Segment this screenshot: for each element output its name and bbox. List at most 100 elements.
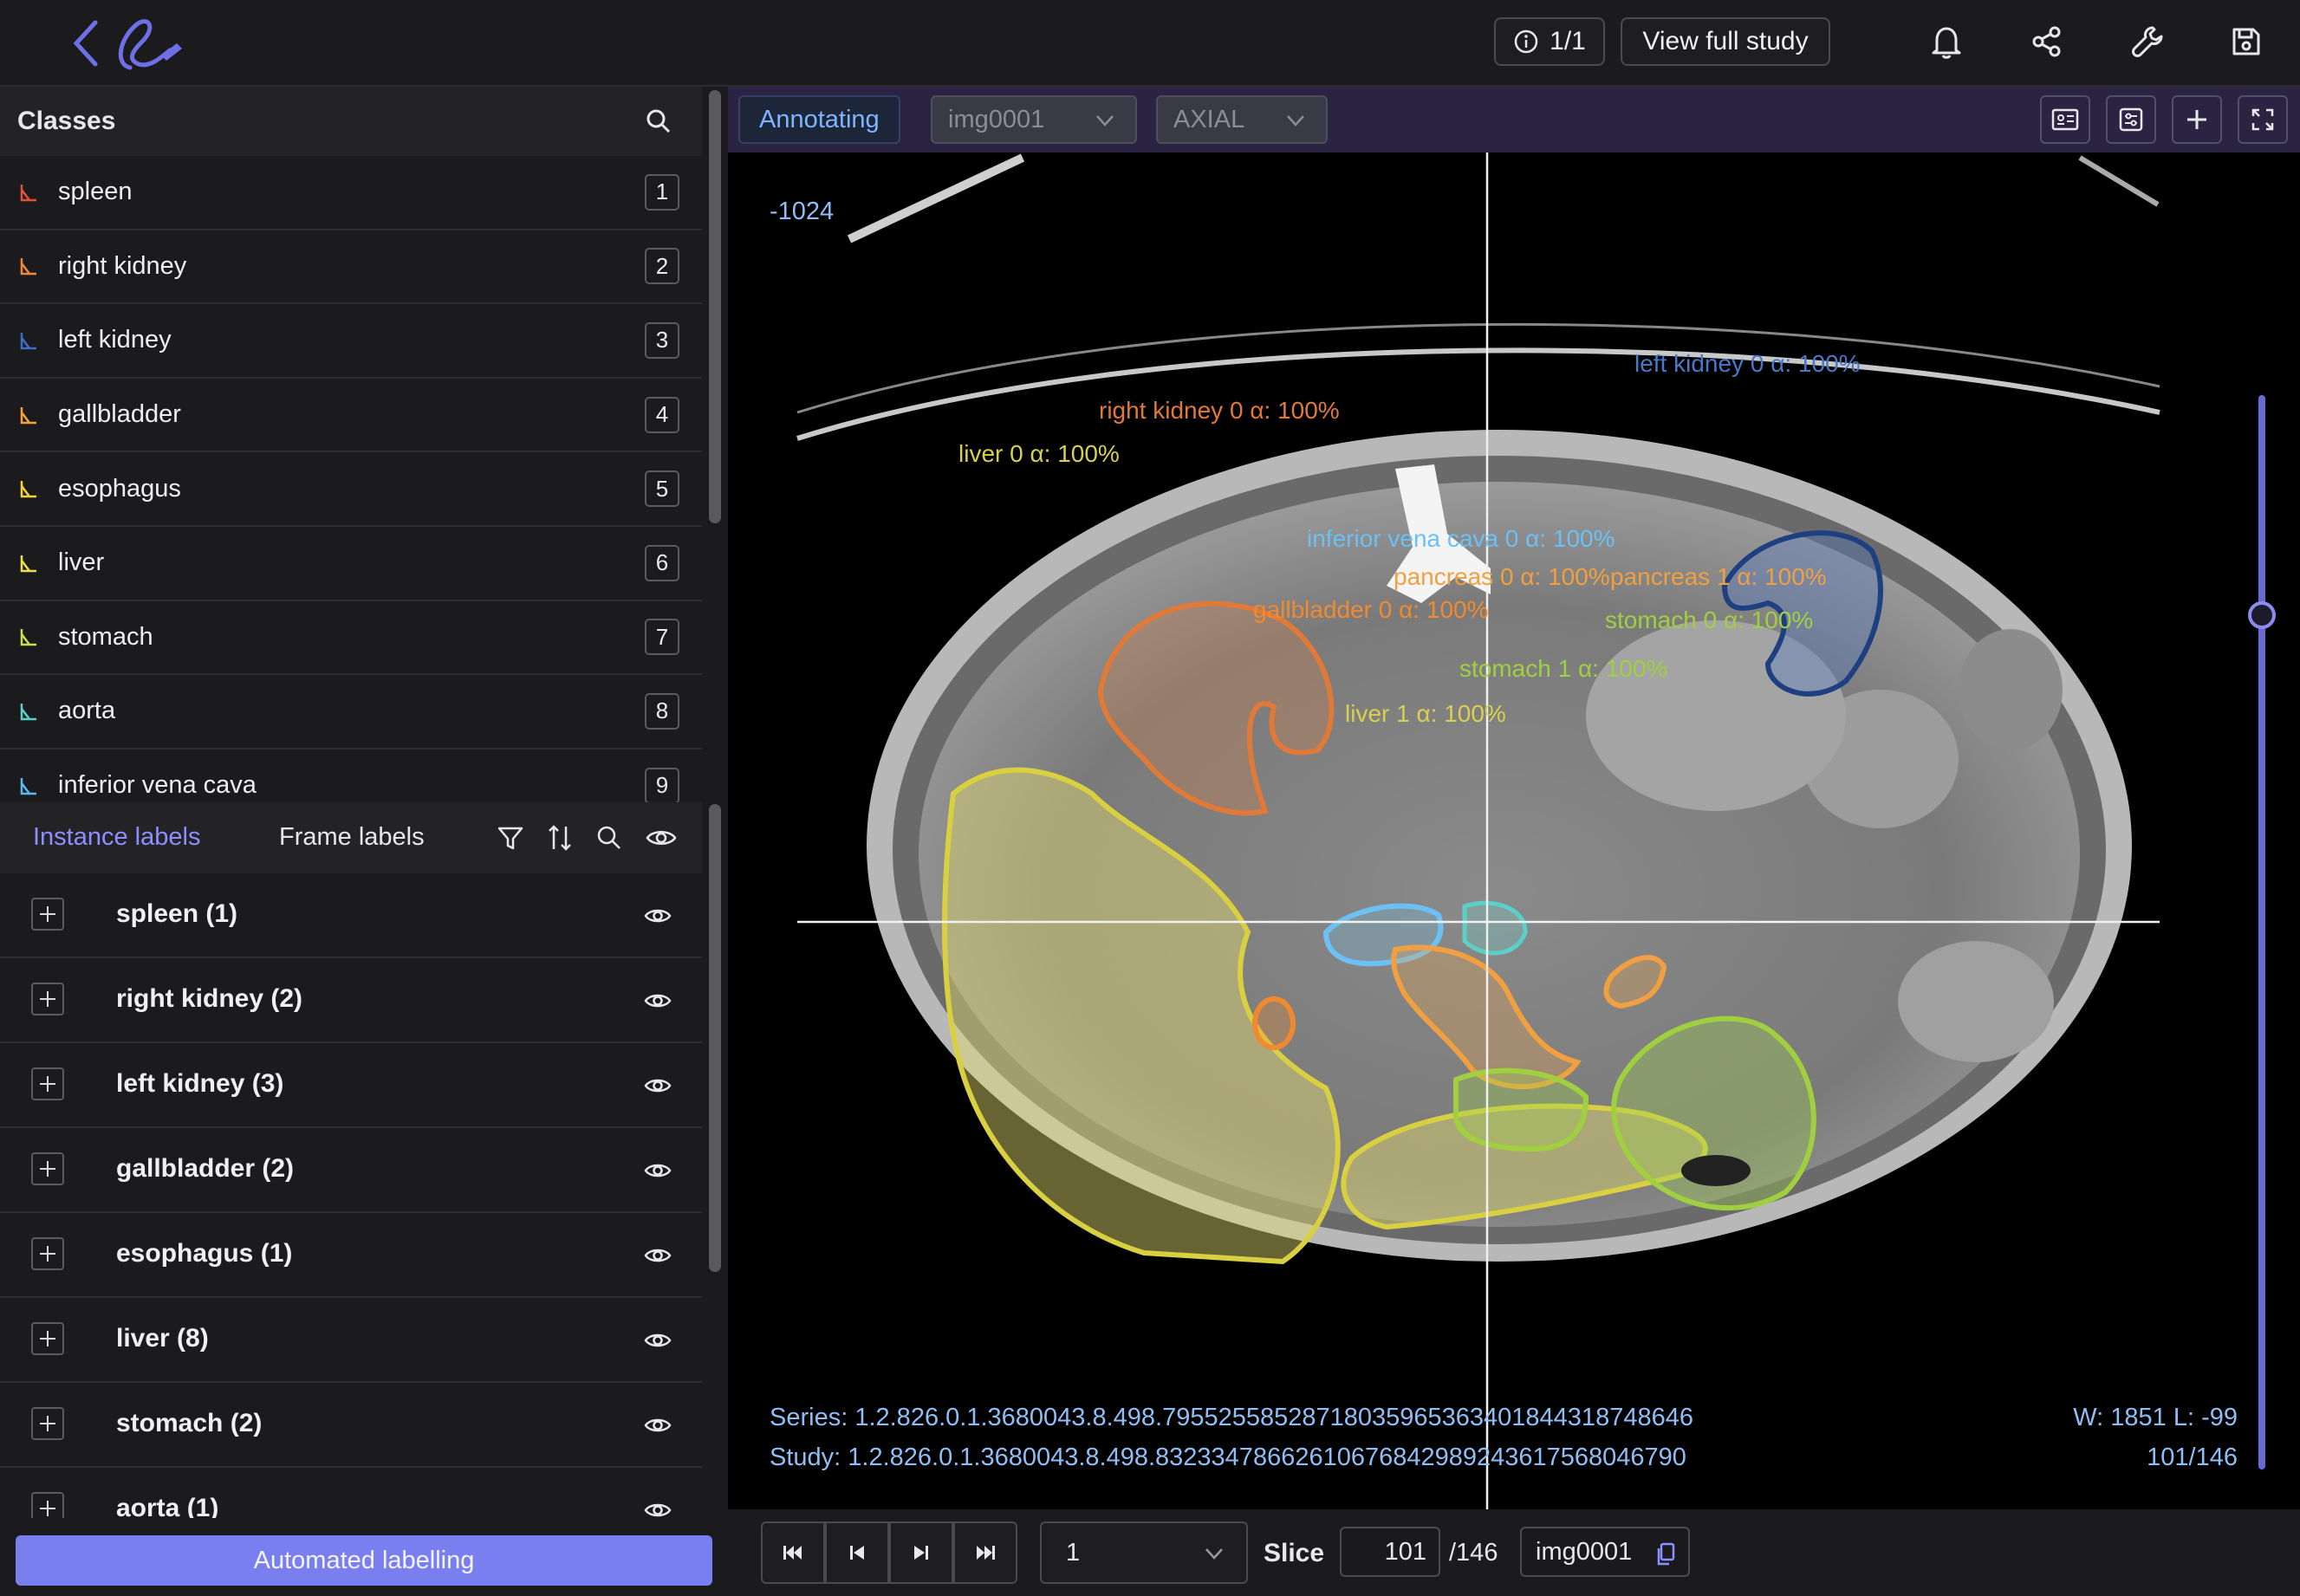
image-id-chip[interactable]: img0001: [1520, 1527, 1690, 1577]
instance-label-group[interactable]: gallbladder (2): [0, 1128, 702, 1213]
info-icon: [1514, 29, 1538, 54]
eye-icon[interactable]: [643, 1326, 672, 1355]
class-name: liver: [58, 548, 105, 577]
eye-icon[interactable]: [643, 1071, 672, 1100]
class-name: spleen: [58, 178, 133, 206]
instance-label-group[interactable]: spleen (1): [0, 873, 702, 958]
eye-icon[interactable]: [643, 986, 672, 1015]
class-list-scrollbar[interactable]: [709, 90, 721, 523]
dicom-info-button[interactable]: [2040, 95, 2090, 144]
image-select[interactable]: img0001: [931, 95, 1137, 144]
expand-plus-icon[interactable]: [31, 1067, 64, 1100]
series-uid: Series: 1.2.826.0.1.3680043.8.498.795525…: [770, 1404, 1693, 1431]
classes-header: Classes: [0, 87, 702, 156]
polygon-tool-icon: [20, 184, 36, 202]
orientation-select-value: AXIAL: [1173, 105, 1245, 133]
filter-icon[interactable]: [494, 821, 527, 854]
classes-title: Classes: [17, 107, 116, 135]
info-button[interactable]: 1/1: [1494, 17, 1605, 66]
visibility-all-icon[interactable]: [645, 821, 678, 854]
adjust-settings-button[interactable]: [2106, 95, 2156, 144]
sort-icon[interactable]: [543, 821, 576, 854]
instance-label-group[interactable]: left kidney (3): [0, 1043, 702, 1128]
class-item[interactable]: right kidney 2: [0, 230, 702, 305]
instance-group-name: right kidney (2): [116, 984, 303, 1013]
instance-group-name: liver (8): [116, 1324, 209, 1353]
class-item[interactable]: spleen 1: [0, 156, 702, 230]
save-button[interactable]: [2224, 19, 2269, 64]
ct-image-canvas[interactable]: -1024 left kidney 0 α: 100% right kidney …: [728, 152, 2300, 1596]
instance-label-group[interactable]: aorta (1): [0, 1468, 702, 1518]
class-item[interactable]: liver 6: [0, 527, 702, 601]
expand-plus-icon[interactable]: [31, 1407, 64, 1440]
add-view-button[interactable]: [2172, 95, 2222, 144]
annotating-mode-badge[interactable]: Annotating: [738, 95, 900, 144]
instance-group-name: esophagus (1): [116, 1239, 293, 1268]
slice-total: /146: [1449, 1539, 1498, 1567]
share-button[interactable]: [2024, 19, 2069, 64]
copy-icon[interactable]: [1655, 1542, 1676, 1567]
expand-plus-icon[interactable]: [31, 1492, 64, 1518]
class-shortcut-key: 9: [645, 767, 679, 804]
chevron-down-icon: [1287, 115, 1304, 127]
polygon-tool-icon: [20, 703, 36, 721]
window-level: W: 1851 L: -99: [2073, 1404, 2238, 1431]
back-logo-icon[interactable]: [69, 12, 191, 75]
instance-label-group[interactable]: esophagus (1): [0, 1213, 702, 1298]
view-full-study-button[interactable]: View full study: [1621, 17, 1830, 66]
next-frame-button[interactable]: [889, 1521, 953, 1584]
expand-plus-icon[interactable]: [31, 1237, 64, 1270]
eye-icon[interactable]: [643, 1156, 672, 1185]
eye-icon[interactable]: [643, 1495, 672, 1518]
hu-value: -1024: [770, 198, 835, 225]
tab-frame-labels[interactable]: Frame labels: [279, 823, 425, 852]
first-frame-button[interactable]: [761, 1521, 825, 1584]
roi-label: inferior vena cava 0 α: 100%: [1307, 525, 1615, 552]
class-shortcut-key: 4: [645, 396, 679, 433]
eye-icon[interactable]: [643, 1241, 672, 1270]
instance-label-group[interactable]: stomach (2): [0, 1383, 702, 1468]
ct-slice-image[interactable]: [728, 152, 2300, 1596]
class-shortcut-key: 1: [645, 173, 679, 211]
class-item[interactable]: gallbladder 4: [0, 379, 702, 453]
slice-input[interactable]: 101: [1340, 1527, 1440, 1577]
search-labels-icon[interactable]: [593, 821, 626, 854]
expand-plus-icon[interactable]: [31, 1152, 64, 1185]
fullscreen-button[interactable]: [2238, 95, 2288, 144]
automated-labelling-button[interactable]: Automated labelling: [16, 1535, 712, 1586]
class-name: stomach: [58, 622, 153, 651]
orientation-select[interactable]: AXIAL: [1156, 95, 1328, 144]
previous-frame-button[interactable]: [825, 1521, 889, 1584]
frame-select[interactable]: 1: [1040, 1521, 1248, 1584]
expand-plus-icon[interactable]: [31, 983, 64, 1015]
class-shortcut-key: 5: [645, 470, 679, 508]
polygon-tool-icon: [20, 406, 36, 424]
instance-label-group[interactable]: liver (8): [0, 1298, 702, 1383]
notifications-button[interactable]: [1924, 19, 1969, 64]
tab-instance-labels[interactable]: Instance labels: [33, 823, 200, 852]
search-icon[interactable]: [641, 104, 676, 139]
roi-label: pancreas 0 α: 100%: [1394, 563, 1610, 590]
slice-slider-track[interactable]: [2258, 395, 2265, 1469]
class-shortcut-key: 3: [645, 321, 679, 359]
class-name: esophagus: [58, 474, 181, 503]
class-item[interactable]: aorta 8: [0, 675, 702, 749]
class-item[interactable]: esophagus 5: [0, 452, 702, 527]
eye-icon[interactable]: [643, 901, 672, 931]
expand-icon: [2251, 108, 2274, 131]
class-item[interactable]: stomach 7: [0, 601, 702, 676]
instance-list-scrollbar[interactable]: [709, 804, 721, 1272]
expand-plus-icon[interactable]: [31, 898, 64, 931]
image-viewer: Annotating img0001 AXIAL -1024 left kidn…: [728, 87, 2300, 1596]
eye-icon[interactable]: [643, 1411, 672, 1440]
save-icon: [2232, 28, 2260, 55]
instance-group-name: aorta (1): [116, 1494, 219, 1518]
class-item[interactable]: left kidney 3: [0, 304, 702, 379]
instance-label-group[interactable]: right kidney (2): [0, 958, 702, 1043]
image-id: img0001: [1536, 1537, 1633, 1566]
tools-button[interactable]: [2125, 19, 2170, 64]
expand-plus-icon[interactable]: [31, 1322, 64, 1355]
id-card-icon: [2051, 108, 2079, 131]
step-back-icon: [850, 1546, 864, 1560]
last-frame-button[interactable]: [953, 1521, 1017, 1584]
